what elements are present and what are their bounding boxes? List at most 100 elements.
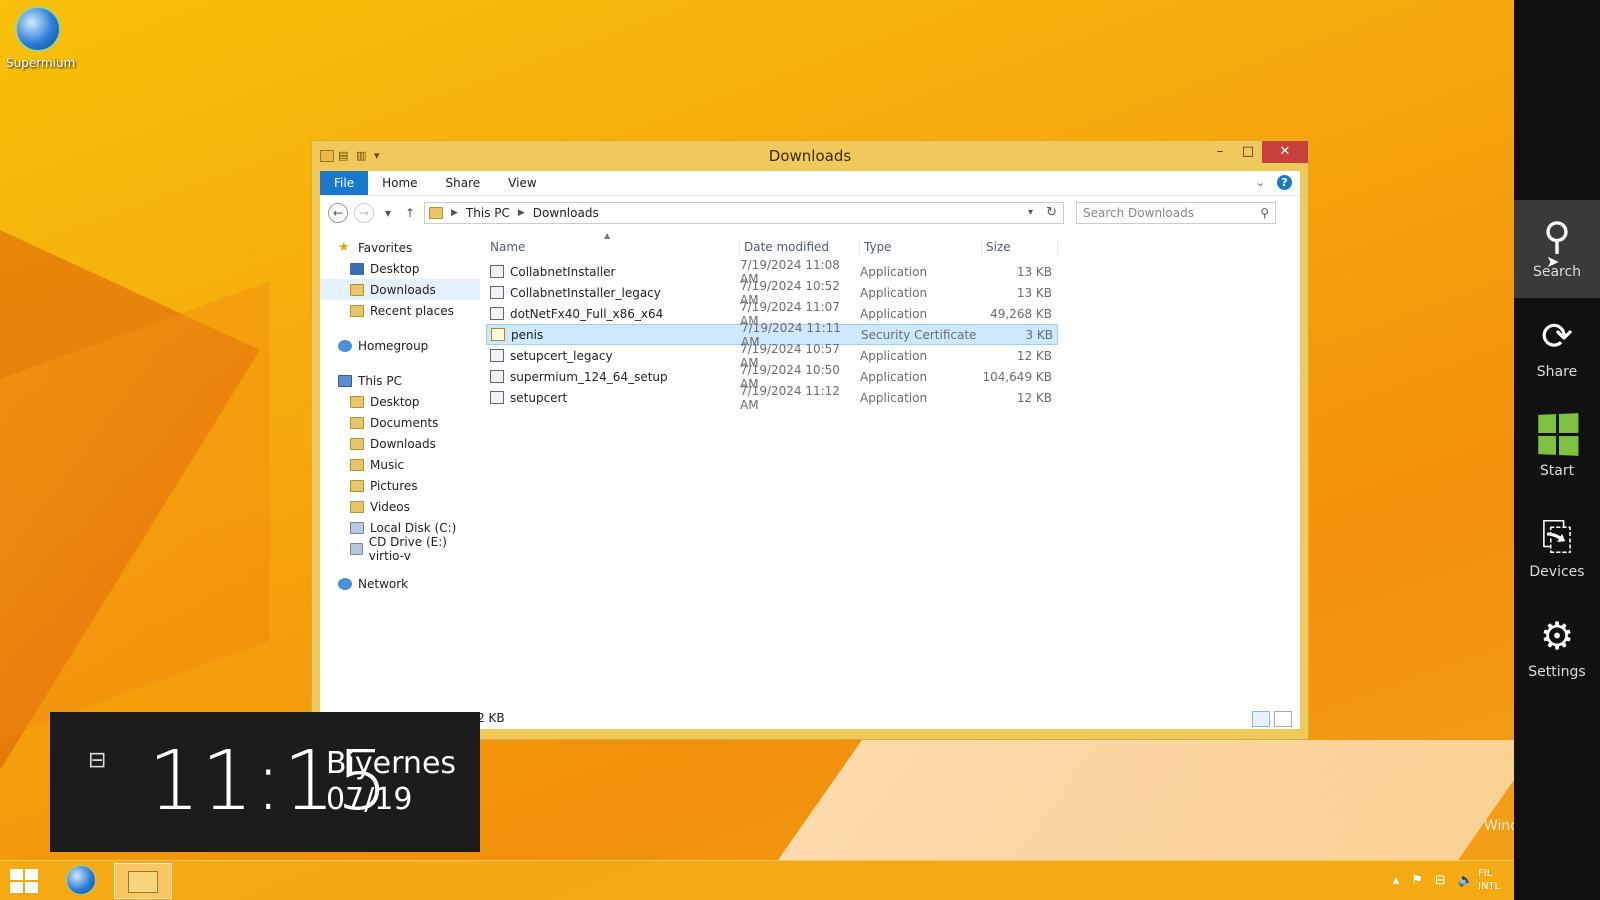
- taskbar-supermium[interactable]: [52, 863, 110, 899]
- column-header-date[interactable]: Date modified: [740, 240, 860, 254]
- application-icon: [490, 349, 504, 362]
- tab-home[interactable]: Home: [368, 171, 431, 195]
- file-size: 12 KB: [1016, 390, 1052, 405]
- file-row[interactable]: setupcert 7/19/2024 11:12 AM Application…: [486, 384, 1058, 412]
- windows-watermark: Wind: [1484, 818, 1514, 834]
- application-icon: [490, 391, 504, 404]
- column-header-type[interactable]: Type: [860, 240, 982, 254]
- up-button[interactable]: ↑: [402, 206, 418, 220]
- windows-logo-icon: [1537, 413, 1578, 456]
- large-icons-view-button[interactable]: [1274, 711, 1292, 727]
- nav-item-documents[interactable]: Documents: [320, 412, 480, 433]
- address-bar[interactable]: ▶ This PC ▶ Downloads ▾ ↻: [424, 201, 1064, 224]
- charm-devices[interactable]: ⎘ Devices: [1514, 500, 1600, 598]
- input-indicator[interactable]: FIL INTL: [1478, 867, 1512, 893]
- supermium-icon: [15, 6, 61, 52]
- tab-file[interactable]: File: [320, 171, 369, 195]
- certificate-icon: [491, 328, 505, 341]
- forward-button[interactable]: →: [354, 202, 374, 223]
- nav-item-cd-drive[interactable]: CD Drive (E:) virtio-v: [320, 535, 480, 563]
- column-header-name[interactable]: Name: [486, 240, 740, 254]
- back-button[interactable]: ←: [328, 202, 348, 223]
- computer-icon: [338, 374, 352, 387]
- file-size: 49,268 KB: [990, 306, 1052, 321]
- expand-ribbon-icon[interactable]: ⌄: [1256, 176, 1265, 189]
- gear-icon: ⚙: [1539, 614, 1575, 658]
- charm-settings[interactable]: ⚙ Settings: [1514, 600, 1600, 698]
- address-dropdown-icon[interactable]: ▾: [1028, 207, 1033, 218]
- nav-item-downloads[interactable]: Downloads: [320, 433, 480, 454]
- drive-icon: [350, 521, 364, 534]
- nav-label: Local Disk (C:): [370, 520, 457, 535]
- file-name: CollabnetInstaller_legacy: [510, 285, 661, 300]
- window-title: Downloads: [768, 147, 852, 165]
- maximize-button[interactable]: □: [1234, 141, 1262, 163]
- nav-homegroup[interactable]: Homegroup: [320, 335, 480, 356]
- desktop-icon-label: Supermium: [6, 56, 76, 70]
- file-name: supermium_124_64_setup: [510, 369, 668, 384]
- desktop-icon-supermium[interactable]: Supermium: [6, 6, 75, 70]
- help-icon[interactable]: ?: [1277, 175, 1292, 190]
- folder-icon: [350, 416, 364, 429]
- column-header-size[interactable]: Size: [982, 240, 1058, 254]
- nav-favorites[interactable]: ★ Favorites: [320, 237, 480, 258]
- wallpaper-shape: [777, 740, 1543, 860]
- network-status-icon: ⊟: [88, 748, 107, 773]
- minimize-button[interactable]: –: [1206, 141, 1234, 163]
- charm-start[interactable]: Start: [1514, 400, 1600, 498]
- search-icon[interactable]: ⚲: [1260, 206, 1269, 220]
- details-view-button[interactable]: [1252, 711, 1270, 727]
- taskbar: ▴ ⚑ ⊟ 🔈 FIL INTL: [0, 860, 1514, 900]
- clock-date: 07/19: [326, 782, 413, 817]
- close-button[interactable]: ✕: [1262, 141, 1308, 163]
- input-indicator-line1: FIL: [1478, 868, 1493, 879]
- nav-item-videos[interactable]: Videos: [320, 496, 480, 517]
- breadcrumb-this-pc[interactable]: This PC: [466, 206, 510, 220]
- clock-overlay: ⊟ 11:15 Biyernes 07/19: [50, 712, 480, 852]
- volume-muted-icon[interactable]: 🔈: [1458, 873, 1474, 888]
- desktop-icon: [350, 262, 364, 275]
- charm-label: Settings: [1528, 664, 1586, 680]
- nav-item-recent-places[interactable]: Recent places: [320, 300, 480, 321]
- ribbon-tabs: File Home Share View ⌄ ?: [320, 171, 1300, 195]
- folder-icon: [350, 500, 364, 513]
- nav-this-pc[interactable]: This PC: [320, 370, 480, 391]
- chevron-right-icon[interactable]: ▶: [451, 208, 458, 218]
- application-icon: [490, 307, 504, 320]
- file-size: 12 KB: [1016, 348, 1052, 363]
- charm-label: Share: [1536, 364, 1578, 380]
- nav-label: CD Drive (E:) virtio-v: [368, 534, 447, 563]
- chevron-right-icon[interactable]: ▶: [518, 208, 525, 218]
- refresh-icon[interactable]: ↻: [1046, 205, 1057, 220]
- file-date: 7/19/2024 11:12 AM: [740, 383, 840, 412]
- nav-item-desktop[interactable]: Desktop: [320, 258, 480, 279]
- file-type: Application: [860, 390, 928, 405]
- nav-item-desktop[interactable]: Desktop: [320, 391, 480, 412]
- show-hidden-icons-icon[interactable]: ▴: [1393, 873, 1400, 888]
- file-size: 13 KB: [1016, 264, 1052, 279]
- network-icon[interactable]: ⊟: [1435, 873, 1446, 888]
- navigation-pane: ★ Favorites Desktop Downloads Recent pla…: [320, 229, 480, 729]
- nav-item-music[interactable]: Music: [320, 454, 480, 475]
- nav-label: Downloads: [370, 282, 436, 297]
- title-bar[interactable]: ▤ ▥ ▾ Downloads – □ ✕: [312, 141, 1308, 171]
- nav-item-pictures[interactable]: Pictures: [320, 475, 480, 496]
- tab-share[interactable]: Share: [432, 171, 495, 195]
- recent-locations-icon[interactable]: ▾: [380, 206, 396, 220]
- tab-view[interactable]: View: [494, 171, 550, 195]
- breadcrumb-downloads[interactable]: Downloads: [533, 206, 599, 220]
- charm-search[interactable]: ⚲ Search: [1514, 200, 1600, 298]
- folder-icon: [350, 437, 364, 450]
- search-input[interactable]: Search Downloads ⚲: [1076, 201, 1276, 224]
- taskbar-file-explorer[interactable]: [114, 863, 172, 899]
- nav-label: Desktop: [370, 261, 420, 276]
- charms-bar: ⚲ Search ⟳ Share Start ⎘ Devices ⚙ Setti…: [1514, 0, 1600, 900]
- start-button[interactable]: [10, 869, 38, 893]
- nav-network[interactable]: Network: [320, 573, 480, 594]
- charm-share[interactable]: ⟳ Share: [1514, 300, 1600, 398]
- flag-icon[interactable]: ⚑: [1411, 873, 1423, 888]
- nav-label: Homegroup: [358, 338, 429, 353]
- file-name: setupcert: [510, 390, 568, 405]
- nav-item-downloads[interactable]: Downloads: [320, 279, 480, 300]
- file-type: Application: [860, 306, 928, 321]
